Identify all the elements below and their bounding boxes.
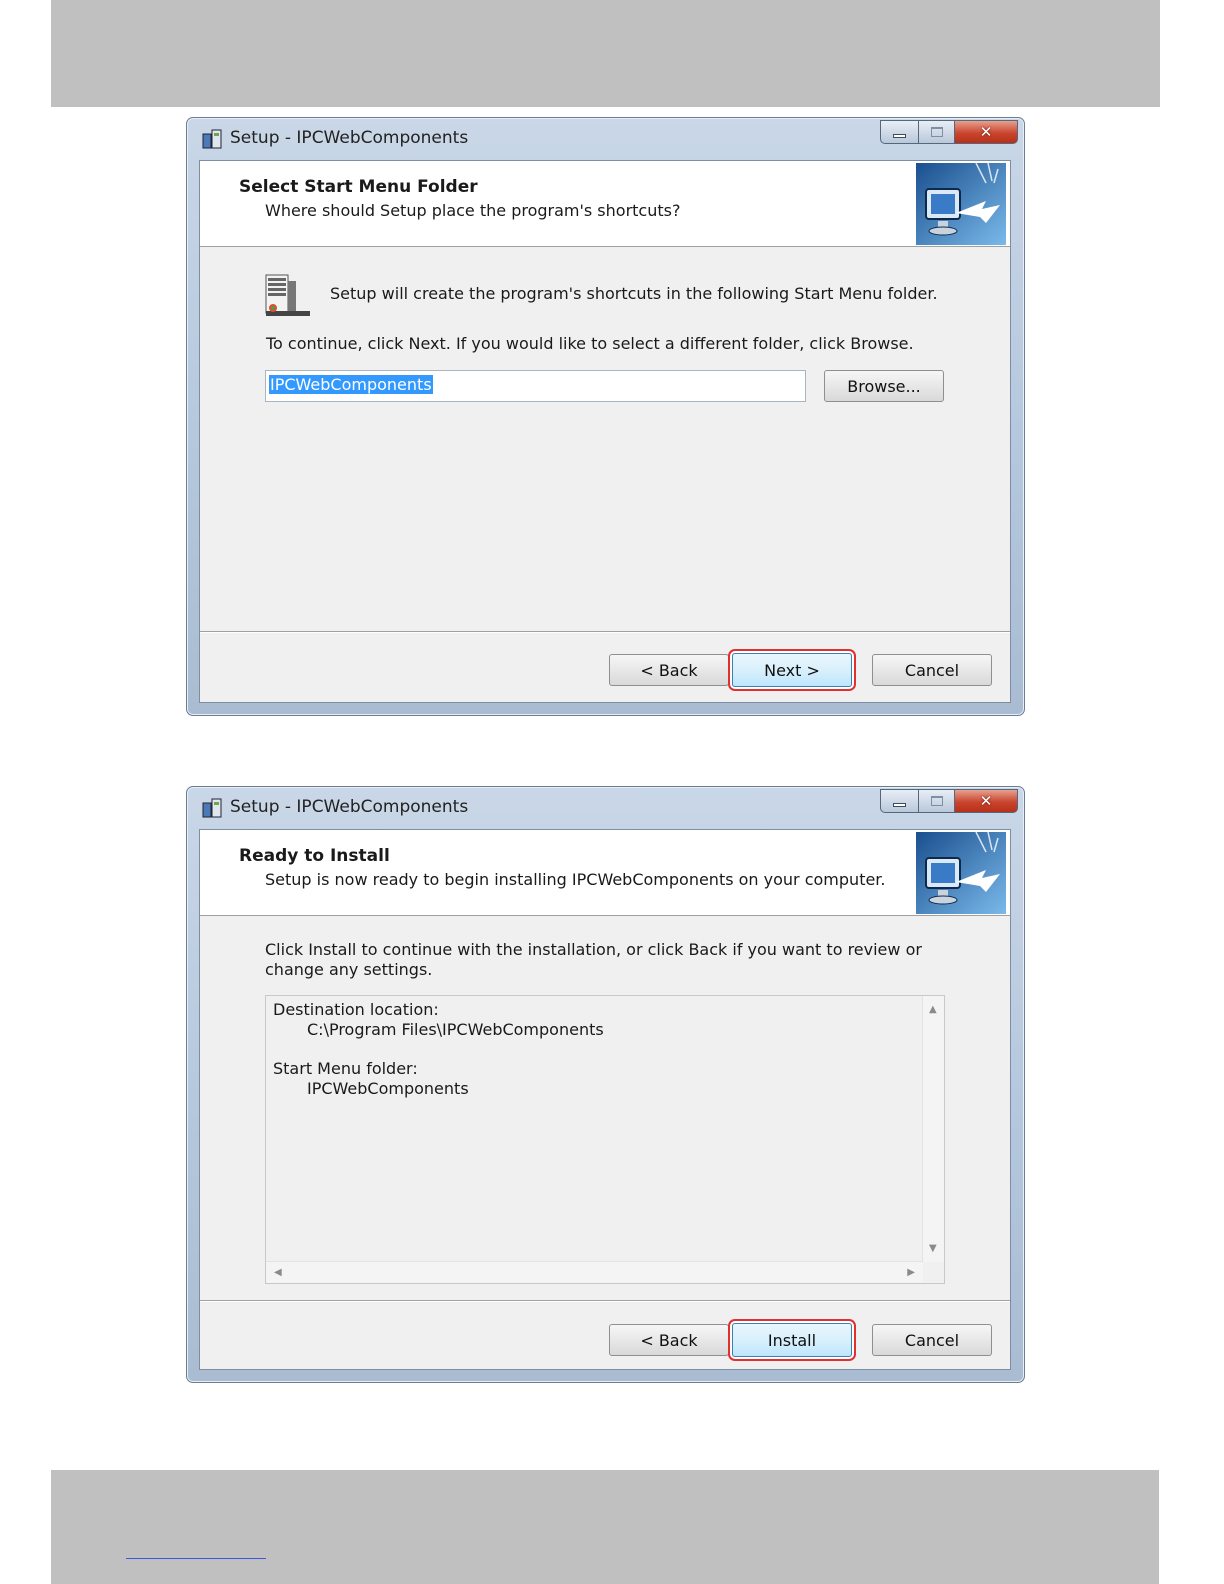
maximize-icon: [930, 127, 943, 137]
cancel-button[interactable]: Cancel: [872, 1324, 992, 1356]
wizard-client-area: Select Start Menu Folder Where should Se…: [199, 160, 1011, 703]
instruction-text-line2: change any settings.: [265, 960, 433, 979]
footer-link-underline[interactable]: [126, 1558, 266, 1559]
page-title: Ready to Install: [239, 846, 390, 866]
setup-window-ready-to-install: Setup - IPCWebComponents ✕ Ready to Inst…: [186, 786, 1025, 1383]
computer-monitor-icon: [916, 163, 1006, 245]
window-title: Setup - IPCWebComponents: [230, 797, 469, 817]
minimize-button[interactable]: [880, 120, 918, 144]
back-button[interactable]: < Back: [609, 654, 729, 686]
wizard-header: Select Start Menu Folder Where should Se…: [200, 161, 1010, 247]
footer-divider: [200, 1300, 1010, 1302]
close-button[interactable]: ✕: [954, 120, 1018, 144]
minimize-icon: [893, 803, 906, 807]
title-bar[interactable]: Setup - IPCWebComponents ✕: [187, 118, 1024, 158]
scroll-down-icon[interactable]: ▼: [929, 1243, 937, 1254]
wizard-client-area: Ready to Install Setup is now ready to b…: [199, 829, 1011, 1370]
minimize-icon: [893, 134, 906, 138]
page-title: Select Start Menu Folder: [239, 177, 478, 197]
cancel-button[interactable]: Cancel: [872, 654, 992, 686]
caption-buttons: ✕: [880, 120, 1018, 144]
vertical-scrollbar[interactable]: ▲ ▼: [922, 996, 944, 1262]
next-button[interactable]: Next >: [732, 653, 852, 687]
computer-monitor-icon: [916, 832, 1006, 914]
install-button[interactable]: Install: [732, 1323, 852, 1357]
folder-input-value: IPCWebComponents: [269, 375, 433, 394]
page-subtitle: Where should Setup place the program's s…: [265, 201, 681, 220]
info-text: Setup will create the program's shortcut…: [330, 284, 938, 303]
maximize-icon: [930, 796, 943, 806]
instruction-text: To continue, click Next. If you would li…: [266, 334, 914, 353]
page-footer-band: [51, 1470, 1159, 1584]
install-summary-memo[interactable]: Destination location: C:\Program Files\I…: [265, 995, 945, 1284]
title-bar[interactable]: Setup - IPCWebComponents ✕: [187, 787, 1024, 827]
scroll-left-icon[interactable]: ◀: [274, 1267, 282, 1278]
wizard-header: Ready to Install Setup is now ready to b…: [200, 830, 1010, 916]
close-icon: ✕: [979, 123, 993, 141]
instruction-text-line1: Click Install to continue with the insta…: [265, 940, 922, 959]
destination-label: Destination location:: [273, 1000, 439, 1019]
destination-value: C:\Program Files\IPCWebComponents: [307, 1020, 604, 1039]
caption-buttons: ✕: [880, 789, 1018, 813]
setup-app-icon: [202, 798, 222, 818]
start-menu-label: Start Menu folder:: [273, 1059, 418, 1078]
horizontal-scrollbar[interactable]: ◀ ▶: [266, 1261, 923, 1283]
footer-divider: [200, 631, 1010, 633]
minimize-button[interactable]: [880, 789, 918, 813]
memo-content: Destination location: C:\Program Files\I…: [273, 1000, 604, 1099]
maximize-button: [918, 789, 954, 813]
scroll-up-icon[interactable]: ▲: [929, 1004, 937, 1015]
page-header-band: [51, 0, 1160, 107]
setup-app-icon: [202, 129, 222, 149]
close-icon: ✕: [979, 792, 993, 810]
close-button[interactable]: ✕: [954, 789, 1018, 813]
browse-button[interactable]: Browse...: [824, 370, 944, 402]
start-menu-value: IPCWebComponents: [307, 1079, 469, 1098]
window-title: Setup - IPCWebComponents: [230, 128, 469, 148]
start-menu-folder-icon: [265, 274, 310, 316]
start-menu-folder-input[interactable]: IPCWebComponents: [265, 370, 806, 402]
scroll-right-icon[interactable]: ▶: [907, 1267, 915, 1278]
back-button[interactable]: < Back: [609, 1324, 729, 1356]
page-subtitle: Setup is now ready to begin installing I…: [265, 870, 886, 889]
maximize-button: [918, 120, 954, 144]
setup-window-select-folder: Setup - IPCWebComponents ✕ Select Start …: [186, 117, 1025, 716]
